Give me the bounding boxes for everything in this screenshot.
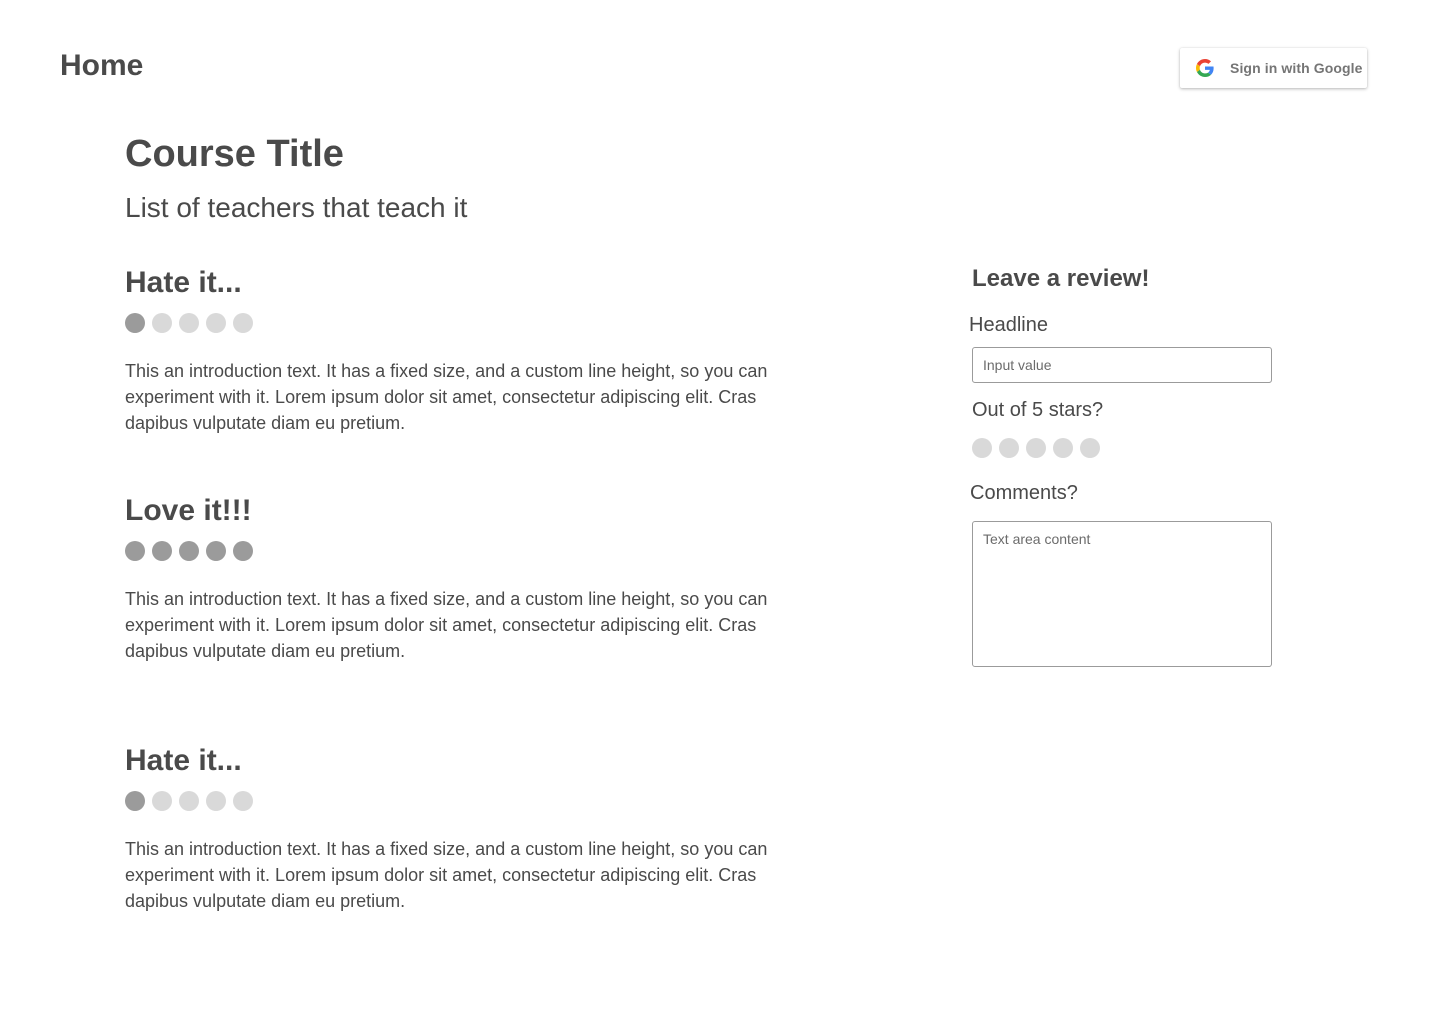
rating-dot-filled (233, 541, 253, 561)
rating-dot-filled (206, 541, 226, 561)
rating-dot-filled (125, 313, 145, 333)
stars-label: Out of 5 stars? (972, 399, 1104, 421)
star-option-2[interactable] (999, 438, 1019, 458)
review-card: Love it!!! This an introduction text. It… (125, 494, 805, 664)
course-title: Course Title (125, 133, 344, 175)
rating-dot-empty (179, 313, 199, 333)
comments-textarea[interactable] (972, 521, 1272, 667)
review-card: Hate it... This an introduction text. It… (125, 266, 805, 436)
rating-dot-filled (125, 541, 145, 561)
headline-input[interactable] (972, 347, 1272, 383)
star-option-1[interactable] (972, 438, 992, 458)
rating-dot-empty (206, 791, 226, 811)
review-rating (125, 791, 805, 811)
headline-label: Headline (969, 314, 1048, 336)
rating-dot-empty (152, 791, 172, 811)
rating-dot-empty (152, 313, 172, 333)
rating-dot-empty (206, 313, 226, 333)
google-sign-in-label: Sign in with Google (1230, 60, 1363, 76)
rating-dot-empty (179, 791, 199, 811)
star-option-4[interactable] (1053, 438, 1073, 458)
rating-dot-empty (233, 313, 253, 333)
review-headline: Hate it... (125, 744, 242, 777)
review-headline: Hate it... (125, 266, 242, 299)
rating-dot-filled (152, 541, 172, 561)
rating-dot-filled (179, 541, 199, 561)
google-sign-in-button[interactable]: Sign in with Google (1180, 48, 1367, 88)
review-form-title: Leave a review! (972, 265, 1150, 292)
rating-dot-empty (233, 791, 253, 811)
teacher-list: List of teachers that teach it (125, 192, 468, 223)
review-body: This an introduction text. It has a fixe… (125, 839, 768, 911)
star-option-3[interactable] (1026, 438, 1046, 458)
review-body: This an introduction text. It has a fixe… (125, 361, 768, 433)
review-rating (125, 313, 805, 333)
review-card: Hate it... This an introduction text. It… (125, 744, 805, 914)
rating-dot-filled (125, 791, 145, 811)
star-rating-input (972, 438, 1100, 458)
review-rating (125, 541, 805, 561)
review-body: This an introduction text. It has a fixe… (125, 589, 768, 661)
review-headline: Love it!!! (125, 494, 252, 527)
comments-label: Comments? (970, 482, 1078, 504)
home-link[interactable]: Home (60, 48, 143, 84)
star-option-5[interactable] (1080, 438, 1100, 458)
google-g-icon (1196, 59, 1214, 77)
